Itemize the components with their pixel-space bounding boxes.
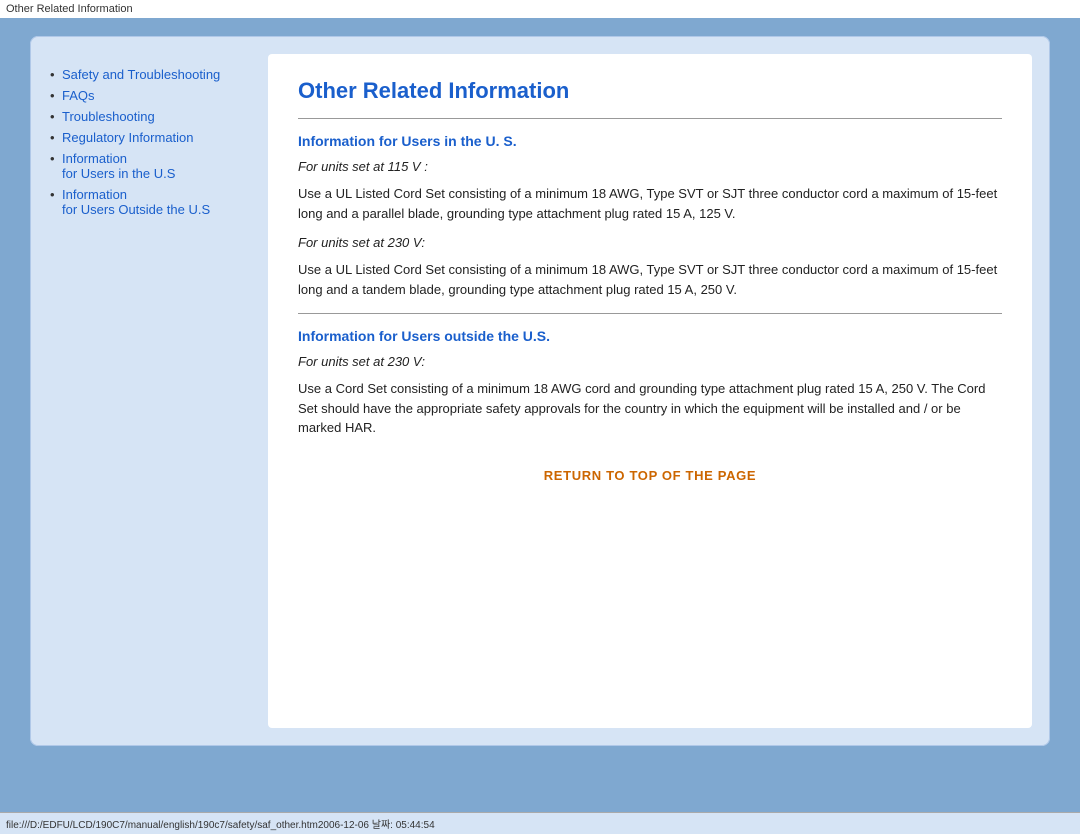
section1-body2: Use a UL Listed Cord Set consisting of a… — [298, 260, 1002, 299]
sidebar-link-faqs[interactable]: FAQs — [62, 88, 95, 103]
main-card: Safety and Troubleshooting FAQs Troubles… — [30, 36, 1050, 746]
section1-intro1: For units set at 115 V : — [298, 159, 1002, 174]
sidebar-item-safety[interactable]: Safety and Troubleshooting — [48, 64, 268, 85]
status-bar-text: file:///D:/EDFU/LCD/190C7/manual/english… — [6, 816, 435, 831]
sidebar-item-info-us[interactable]: Informationfor Users in the U.S — [48, 148, 268, 184]
section2-body: Use a Cord Set consisting of a minimum 1… — [298, 379, 1002, 438]
sidebar-link-regulatory[interactable]: Regulatory Information — [62, 130, 194, 145]
section2-heading: Information for Users outside the U.S. — [298, 328, 1002, 344]
sidebar-link-info-us[interactable]: Informationfor Users in the U.S — [62, 151, 175, 181]
outer-wrapper: Safety and Troubleshooting FAQs Troubles… — [0, 18, 1080, 812]
sidebar: Safety and Troubleshooting FAQs Troubles… — [48, 54, 268, 728]
page-title: Other Related Information — [298, 78, 1002, 104]
sidebar-item-info-outside[interactable]: Informationfor Users Outside the U.S — [48, 184, 268, 220]
sidebar-item-regulatory[interactable]: Regulatory Information — [48, 127, 268, 148]
title-bar-text: Other Related Information — [6, 3, 133, 15]
sidebar-link-safety[interactable]: Safety and Troubleshooting — [62, 67, 220, 82]
main-content: Other Related Information Information fo… — [268, 54, 1032, 728]
return-to-top-link[interactable]: RETURN TO TOP OF THE PAGE — [298, 468, 1002, 483]
sidebar-item-troubleshooting[interactable]: Troubleshooting — [48, 106, 268, 127]
section1-intro2: For units set at 230 V: — [298, 235, 1002, 250]
section2-intro: For units set at 230 V: — [298, 354, 1002, 369]
middle-divider — [298, 313, 1002, 314]
status-bar: file:///D:/EDFU/LCD/190C7/manual/english… — [0, 812, 1080, 834]
sidebar-link-troubleshooting[interactable]: Troubleshooting — [62, 109, 155, 124]
sidebar-item-faqs[interactable]: FAQs — [48, 85, 268, 106]
title-bar: Other Related Information — [0, 0, 1080, 18]
sidebar-link-info-outside[interactable]: Informationfor Users Outside the U.S — [62, 187, 210, 217]
sidebar-nav-list: Safety and Troubleshooting FAQs Troubles… — [48, 64, 268, 220]
top-divider — [298, 118, 1002, 119]
section1-body1: Use a UL Listed Cord Set consisting of a… — [298, 184, 1002, 223]
section1-heading: Information for Users in the U. S. — [298, 133, 1002, 149]
